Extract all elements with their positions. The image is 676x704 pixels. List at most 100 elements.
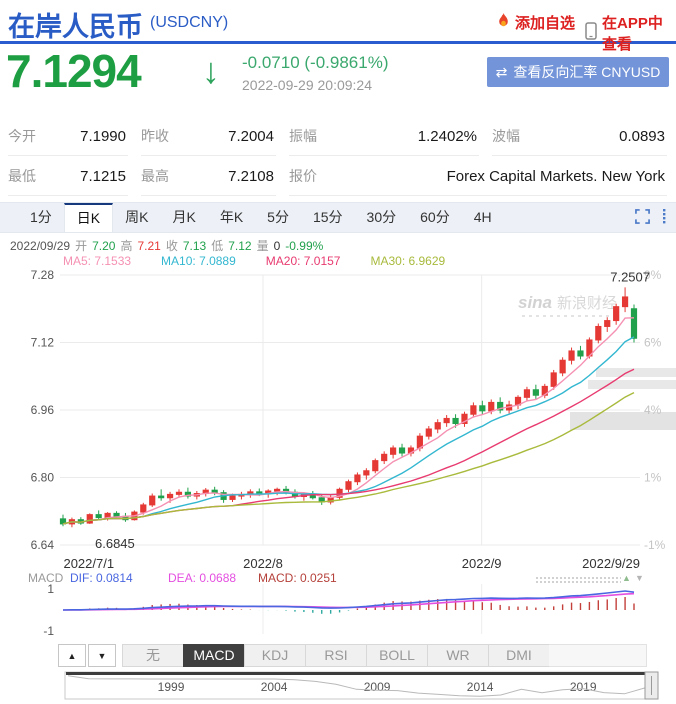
ohlc-part: 7.13 <box>183 239 206 253</box>
indicator-tabs-filler <box>549 644 647 667</box>
view-in-app-label: 在APP中查看 <box>602 12 676 54</box>
stat-value: 7.1215 <box>80 168 126 185</box>
ohlc-part: -0.99% <box>285 239 323 253</box>
period-tab-5分[interactable]: 5分 <box>255 203 301 232</box>
flame-icon <box>497 13 510 32</box>
add-watchlist-button[interactable]: 添加自选 <box>497 12 575 33</box>
stat-value: 0.0893 <box>619 128 665 145</box>
period-tab-年K[interactable]: 年K <box>208 203 255 232</box>
indicator-tab-RSI[interactable]: RSI <box>305 644 367 667</box>
svg-text:-1: -1 <box>43 624 54 638</box>
svg-text:6%: 6% <box>644 336 662 350</box>
svg-text:6.6845: 6.6845 <box>95 536 135 551</box>
stat-label: 昨收 <box>141 126 169 146</box>
macd-panel[interactable]: 1-1 <box>0 584 676 642</box>
page-title: 在岸人民币 <box>8 5 143 44</box>
stat-label: 报价 <box>289 166 317 186</box>
more-menu-icon[interactable] <box>662 209 666 229</box>
fullscreen-icon[interactable] <box>635 209 650 229</box>
view-in-app-button[interactable]: 在APP中查看 <box>585 12 676 54</box>
history-navigator[interactable]: 19992004200920142019 <box>0 670 676 703</box>
stat-cell: 振幅 1.2402% <box>289 116 479 156</box>
indicator-tab-MACD[interactable]: MACD <box>183 644 245 667</box>
ohlc-part: 开 <box>75 239 87 253</box>
macd-info-value: DIF: 0.0814 <box>70 571 133 585</box>
panel-expand-icon[interactable]: ▲ <box>622 573 631 583</box>
scroll-down-button[interactable]: ▼ <box>88 644 116 667</box>
macd-info-value: DEA: 0.0688 <box>168 571 236 585</box>
svg-text:1%: 1% <box>644 471 662 485</box>
svg-text:7.12: 7.12 <box>31 336 55 350</box>
swap-icon: ⇄ <box>496 64 508 81</box>
candlestick-chart[interactable]: 7.287.126.966.806.64sina新浪财经9%6%4%1%-1%7… <box>0 268 676 558</box>
svg-text:2014: 2014 <box>467 680 494 694</box>
down-arrow-icon: ↓ <box>202 50 220 92</box>
period-tab-60分[interactable]: 60分 <box>408 203 462 232</box>
stat-cell: 最高 7.2108 <box>141 156 276 196</box>
stat-value: Forex Capital Markets. New York <box>447 168 665 185</box>
quote-stats-table: 今开 7.1990 昨收7.2004 振幅 1.2402% 波幅 0.0893 最低 7.121… <box>8 116 668 196</box>
period-tab-日K[interactable]: 日K <box>64 203 113 232</box>
period-tab-15分[interactable]: 15分 <box>301 203 355 232</box>
stat-label: 振幅 <box>289 126 317 146</box>
stat-cell: 波幅 0.0893 <box>492 116 667 156</box>
ma-value: MA20: 7.0157 <box>266 254 341 268</box>
stat-label: 最低 <box>8 166 36 186</box>
svg-text:7.28: 7.28 <box>31 268 55 282</box>
reverse-rate-button[interactable]: ⇄ 查看反向汇率 CNYUSD <box>487 57 669 87</box>
svg-text:4%: 4% <box>644 403 662 417</box>
phone-icon <box>585 22 597 44</box>
period-tab-30分[interactable]: 30分 <box>355 203 409 232</box>
ma-value: MA10: 7.0889 <box>161 254 236 268</box>
indicator-tab-无[interactable]: 无 <box>122 644 184 667</box>
svg-text:新浪财经: 新浪财经 <box>557 295 617 312</box>
ohlc-part: 低 <box>211 239 223 253</box>
svg-text:6.64: 6.64 <box>31 538 55 552</box>
stat-value: 7.1990 <box>80 128 126 145</box>
svg-text:sina: sina <box>518 293 552 312</box>
ohlc-part: 高 <box>120 239 132 253</box>
ohlc-part: 7.20 <box>92 239 115 253</box>
scroll-up-button[interactable]: ▲ <box>58 644 86 667</box>
indicator-tab-WR[interactable]: WR <box>427 644 489 667</box>
period-tab-bar: 1分日K周K月K年K5分15分30分60分4H <box>0 202 676 233</box>
stat-value: 1.2402% <box>418 128 477 145</box>
last-price: 7.1294 <box>6 44 141 98</box>
quote-timestamp: 2022-09-29 20:09:24 <box>242 77 372 93</box>
stat-cell: 今开 7.1990 <box>8 116 128 156</box>
x-axis-label: 2022/9/29 <box>582 556 640 571</box>
svg-text:6.80: 6.80 <box>31 471 55 485</box>
period-tab-周K[interactable]: 周K <box>113 203 160 232</box>
ma-info-line: MA5: 7.1533 MA10: 7.0889 MA20: 7.0157 MA30:… <box>63 254 475 268</box>
indicator-tab-DMI[interactable]: DMI <box>488 644 550 667</box>
period-tab-1分[interactable]: 1分 <box>18 203 64 232</box>
reverse-rate-label: 查看反向汇率 CNYUSD <box>513 62 660 82</box>
stat-label: 今开 <box>8 126 36 146</box>
period-tab-月K[interactable]: 月K <box>160 203 207 232</box>
ohlc-part: 0 <box>274 239 281 253</box>
stat-cell: 报价 Forex Capital Markets. New York <box>289 156 667 196</box>
indicator-tab-KDJ[interactable]: KDJ <box>244 644 306 667</box>
ohlc-part: 收 <box>166 239 178 253</box>
stat-value: 7.2108 <box>228 168 274 185</box>
symbol-code: (USDCNY) <box>150 14 228 32</box>
quote-page: 在岸人民币 (USDCNY) 添加自选 在APP中查看 7.1294 ↓ -0.… <box>0 0 676 704</box>
svg-text:1999: 1999 <box>158 680 185 694</box>
ma-value: MA5: 7.1533 <box>63 254 131 268</box>
x-axis-labels: 2022/7/12022/82022/92022/9/29 <box>0 556 676 572</box>
svg-text:2019: 2019 <box>570 680 597 694</box>
indicator-tab-row: ▲ ▼ 无MACDKDJRSIBOLLWRDMI <box>0 644 676 667</box>
stat-cell: 最低 7.1215 <box>8 156 128 196</box>
x-axis-label: 2022/8 <box>243 556 283 571</box>
stat-label: 波幅 <box>492 126 520 146</box>
x-axis-label: 2022/9 <box>462 556 502 571</box>
svg-text:2009: 2009 <box>364 680 391 694</box>
stat-cell: 昨收7.2004 <box>141 116 276 156</box>
ma-value: MA30: 6.9629 <box>370 254 445 268</box>
stat-label: 最高 <box>141 166 169 186</box>
panel-collapse-icon[interactable]: ▼ <box>635 573 644 583</box>
indicator-tab-BOLL[interactable]: BOLL <box>366 644 428 667</box>
add-watchlist-label: 添加自选 <box>515 12 575 33</box>
macd-info-value: MACD: 0.0251 <box>258 571 337 585</box>
period-tab-4H[interactable]: 4H <box>462 203 504 232</box>
